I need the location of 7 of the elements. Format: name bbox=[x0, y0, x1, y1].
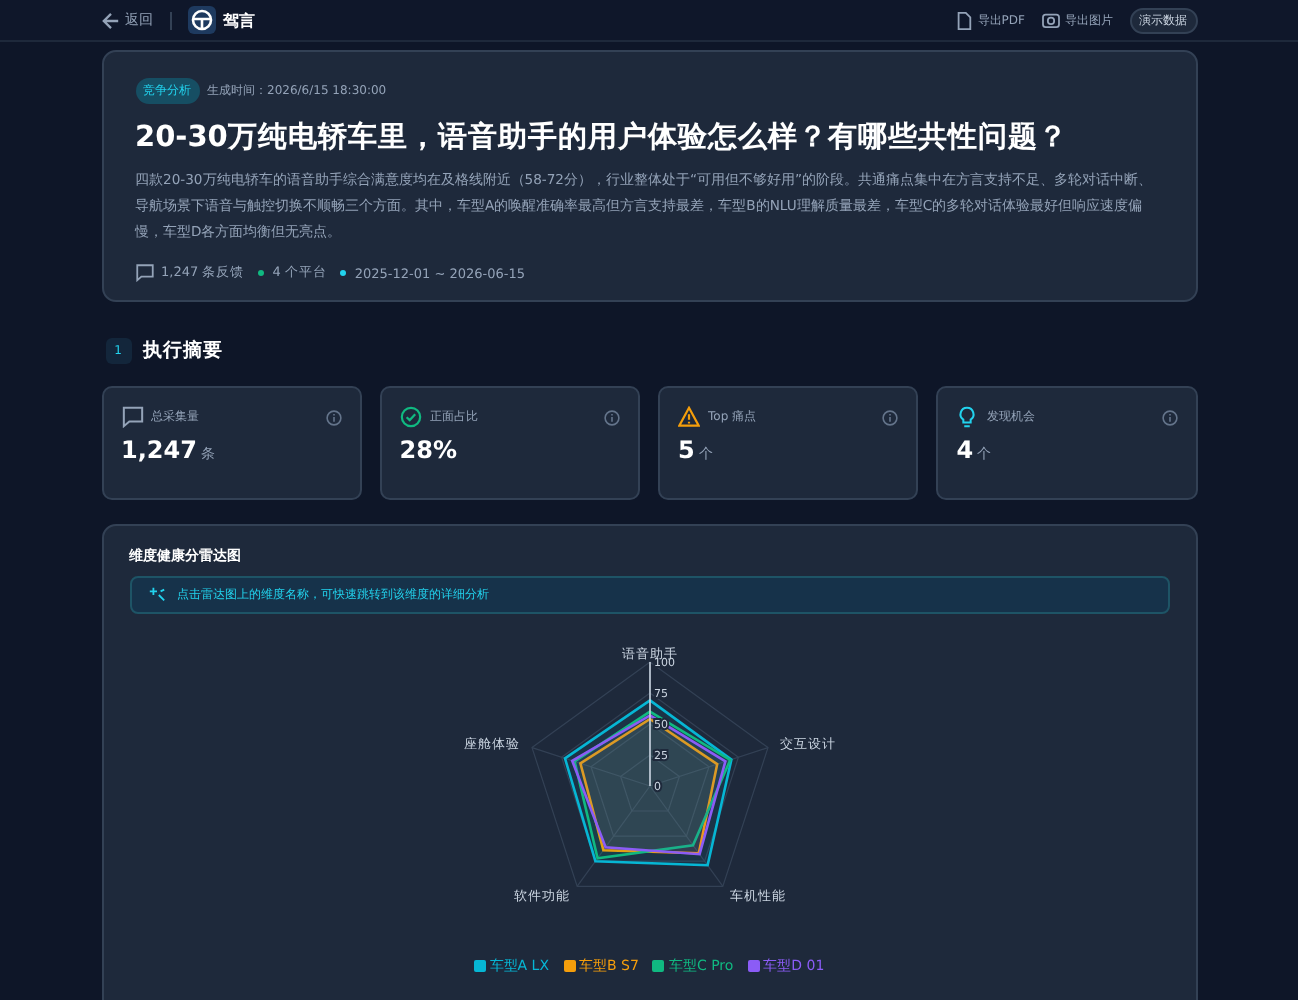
brand-name: 驾言 bbox=[223, 9, 255, 31]
stat-value: 5 bbox=[678, 436, 695, 464]
stat-value: 4 bbox=[956, 436, 974, 464]
stat-value: 28% bbox=[399, 436, 457, 464]
section-title: 执行摘要 bbox=[143, 338, 223, 364]
report-title: 20-30万纯电轿车里，语音助手的用户体验怎么样？有哪些共性问题？ bbox=[135, 119, 1070, 156]
stat-value: 1,247 bbox=[121, 436, 197, 464]
